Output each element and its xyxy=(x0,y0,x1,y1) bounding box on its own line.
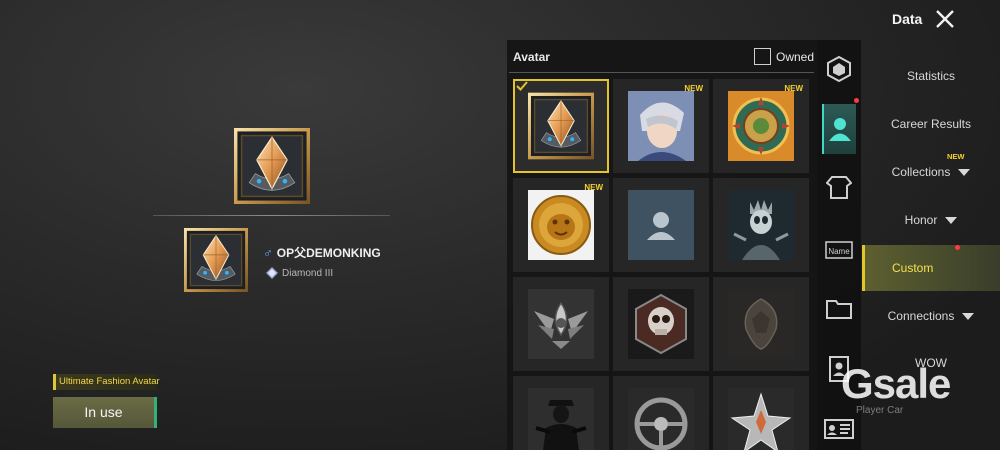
fashion-avatar-label: Ultimate Fashion Avatar xyxy=(53,374,160,390)
folder-tab-icon xyxy=(826,300,852,319)
owned-label: Owned xyxy=(776,49,815,64)
in-use-button[interactable]: In use xyxy=(53,397,157,428)
current-avatar-large xyxy=(233,127,311,205)
dark-crest-avatar xyxy=(728,289,794,359)
nameplate-tab[interactable]: Name xyxy=(822,232,856,266)
player-name: OP父DEMONKING xyxy=(276,246,381,260)
avatar-cell[interactable]: NEW xyxy=(613,79,709,173)
skeleton-king-avatar xyxy=(728,190,794,260)
watermark-text: Gsale xyxy=(841,360,951,407)
avatar-cell[interactable] xyxy=(713,376,809,450)
player-card-tab[interactable] xyxy=(822,412,856,446)
menu-item-label: Career Results xyxy=(890,117,972,131)
close-icon[interactable] xyxy=(935,9,955,29)
preview-divider xyxy=(153,215,390,216)
outfit-tab-icon xyxy=(826,176,852,199)
collections-new-badge: NEW xyxy=(947,152,965,161)
winged-emblem-avatar xyxy=(528,289,594,359)
diamond-rank-icon xyxy=(266,267,278,279)
gsale-watermark: Gsale xyxy=(841,360,951,408)
steering-wheel-avatar xyxy=(628,388,694,450)
avatar-tab-notification-dot xyxy=(854,98,859,103)
menu-item-label: Custom xyxy=(892,261,934,275)
folder-tab[interactable] xyxy=(822,292,856,326)
custom-notification-dot xyxy=(955,245,960,250)
menu-item-label: Connections xyxy=(887,309,955,323)
nameplate-tab-icon: Name xyxy=(825,241,853,259)
chevron-down-icon xyxy=(962,312,975,320)
avatar-cell[interactable] xyxy=(713,178,809,272)
avatar-cell[interactable] xyxy=(613,178,709,272)
menu-item-custom[interactable]: Custom xyxy=(862,245,1000,291)
male-gender-icon: ♂ xyxy=(263,245,273,260)
player-name-row: ♂ OP父DEMONKING xyxy=(263,244,381,261)
panel-divider xyxy=(509,72,814,73)
silver-star-avatar xyxy=(728,388,794,450)
soldier-silhouette-avatar xyxy=(528,388,594,450)
menu-item-statistics[interactable]: Statistics xyxy=(862,53,1000,99)
menu-item-label: Collections xyxy=(891,165,951,179)
avatar-cell[interactable] xyxy=(613,376,709,450)
player-card-tab-icon xyxy=(824,419,854,439)
chevron-down-icon xyxy=(958,168,971,176)
outfit-tab[interactable] xyxy=(822,170,856,204)
menu-item-collections[interactable]: Collections xyxy=(862,149,1000,195)
avatar-cell[interactable] xyxy=(613,277,709,371)
avatar-tab[interactable] xyxy=(822,104,856,154)
badge-tab-icon xyxy=(827,55,851,83)
default-user-avatar xyxy=(628,190,694,260)
menu-item-connections[interactable]: Connections xyxy=(862,293,1000,339)
page-title: Data xyxy=(892,11,923,27)
ornate-medallion-avatar xyxy=(728,91,794,161)
avatar-cell[interactable] xyxy=(513,277,609,371)
chevron-down-icon xyxy=(945,216,958,224)
current-avatar-small xyxy=(183,227,249,293)
avatar-cell[interactable]: NEW xyxy=(513,178,609,272)
rank-label: Diamond III xyxy=(282,267,334,279)
skull-emblem-avatar xyxy=(628,289,694,359)
menu-item-career-results[interactable]: Career Results xyxy=(862,101,1000,147)
avatar-cell[interactable]: NEW xyxy=(713,79,809,173)
owned-checkbox[interactable] xyxy=(754,48,771,65)
avatar-cell[interactable] xyxy=(513,376,609,450)
avatar-tab-icon xyxy=(829,118,851,141)
avatar-grid: NEW NEW NEW xyxy=(511,77,811,450)
svg-text:Name: Name xyxy=(828,247,850,256)
diamond-badge-avatar xyxy=(528,92,594,160)
menu-item-label: Honor xyxy=(904,213,938,227)
avatar-panel-title: Avatar xyxy=(513,50,550,64)
avatar-cell[interactable] xyxy=(513,79,609,173)
rank-row: Diamond III xyxy=(266,267,333,279)
silver-hair-character-avatar xyxy=(628,91,694,161)
menu-item-honor[interactable]: Honor xyxy=(862,197,1000,243)
golden-lion-coin-avatar xyxy=(528,190,594,260)
badge-tab[interactable] xyxy=(822,52,856,86)
menu-item-label: Statistics xyxy=(906,69,955,83)
owned-filter[interactable]: Owned xyxy=(754,48,814,65)
avatar-cell[interactable] xyxy=(713,277,809,371)
selected-check-icon xyxy=(516,81,528,91)
